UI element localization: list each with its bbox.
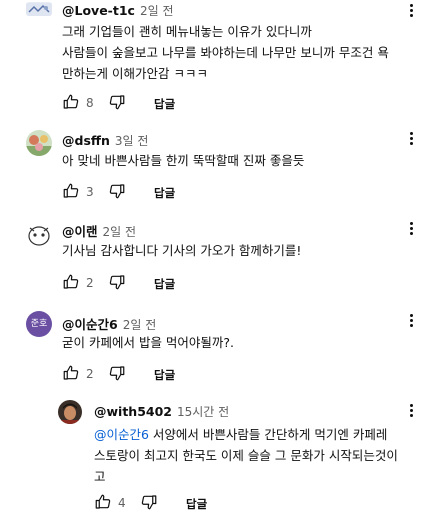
reply-button[interactable]: 답글: [154, 96, 175, 112]
timestamp[interactable]: 3일 전: [115, 134, 149, 148]
thumb-up-icon[interactable]: [62, 182, 80, 200]
reply-button[interactable]: 답글: [154, 185, 175, 201]
thumb-down-icon[interactable]: [108, 182, 126, 200]
comment-text: 그래 기업들이 괜히 메뉴내놓는 이유가 있다니까 사람들이 숲을보고 나무를 …: [62, 24, 389, 81]
timestamp[interactable]: 2일 전: [103, 225, 137, 239]
comment-actions: 3 답글: [62, 182, 212, 202]
comment-item: @이랜 2일 전 기사님 감사합니다 기사의 가오가 함께하기를! 2 답글: [0, 214, 443, 299]
comment-item: 준호 @이순간6 2일 전 굳이 카페에서 밥을 먹어야될까?. 2 답글: [0, 306, 443, 391]
author-name[interactable]: @Love-t1c: [62, 3, 135, 18]
like-count: 3: [86, 185, 94, 199]
reply-item: @with5402 15시간 전 @이순간6 서양에서 바쁜사람들 간단하게 먹기…: [0, 395, 443, 517]
mention-link[interactable]: @이순간6: [94, 427, 149, 442]
thumb-up-icon[interactable]: [62, 93, 80, 111]
timestamp[interactable]: 2일 전: [123, 318, 157, 332]
thumb-up-icon[interactable]: [94, 493, 112, 511]
reply-button[interactable]: 답글: [154, 276, 175, 292]
reply-actions: 4 답글: [94, 493, 244, 513]
comment-text: 굳이 카페에서 밥을 먹어야될까?.: [62, 335, 235, 350]
thumb-down-icon[interactable]: [108, 93, 126, 111]
comment-text: 아 맞네 바쁜사람들 한끼 뚝딱할때 진짜 좋을듯: [62, 153, 305, 168]
author-name[interactable]: @with5402: [94, 404, 172, 419]
avatar[interactable]: 준호: [26, 311, 52, 337]
reply-header: @with5402 15시간 전: [94, 403, 229, 420]
avatar[interactable]: [26, 2, 52, 16]
reply-button[interactable]: 답글: [154, 367, 175, 383]
thumb-down-icon[interactable]: [108, 273, 126, 291]
comment-text: 기사님 감사합니다 기사의 가오가 함께하기를!: [62, 243, 302, 258]
avatar[interactable]: [26, 130, 52, 156]
avatar[interactable]: [58, 400, 82, 424]
comment-actions: 2 답글: [62, 273, 212, 293]
comment-header: @이순간6 2일 전: [62, 314, 156, 333]
like-count: 4: [118, 496, 126, 510]
author-name[interactable]: @이순간6: [62, 317, 118, 332]
author-name[interactable]: @dsffn: [62, 133, 110, 148]
more-vert-icon[interactable]: [404, 220, 420, 236]
thumb-up-icon[interactable]: [62, 364, 80, 382]
more-vert-icon[interactable]: [404, 2, 420, 18]
reply-text: @이순간6 서양에서 바쁜사람들 간단하게 먹기엔 카페레 스토랑이 최고지 한…: [94, 427, 398, 484]
like-count: 2: [86, 367, 94, 381]
thumb-up-icon[interactable]: [62, 273, 80, 291]
comment-header: @Love-t1c 2일 전: [62, 2, 173, 19]
timestamp[interactable]: 15시간 전: [177, 405, 229, 419]
thumb-down-icon[interactable]: [108, 364, 126, 382]
comment-header: @이랜 2일 전: [62, 221, 136, 240]
comment-item: @Love-t1c 2일 전 그래 기업들이 괜히 메뉴내놓는 이유가 있다니까 …: [0, 0, 443, 120]
timestamp[interactable]: 2일 전: [140, 4, 174, 18]
like-count: 2: [86, 276, 94, 290]
more-vert-icon[interactable]: [404, 312, 420, 328]
comment-actions: 2 답글: [62, 364, 212, 384]
avatar[interactable]: [26, 222, 52, 248]
author-name[interactable]: @이랜: [62, 224, 98, 239]
comment-actions: 8 답글: [62, 93, 212, 113]
comment-header: @dsffn 3일 전: [62, 132, 148, 149]
thumb-down-icon[interactable]: [140, 493, 158, 511]
like-count: 8: [86, 96, 94, 110]
more-vert-icon[interactable]: [404, 130, 420, 146]
more-vert-icon[interactable]: [404, 402, 420, 418]
reply-button[interactable]: 답글: [186, 496, 207, 512]
comment-item: @dsffn 3일 전 아 맞네 바쁜사람들 한끼 뚝딱할때 진짜 좋을듯 3 답…: [0, 125, 443, 210]
